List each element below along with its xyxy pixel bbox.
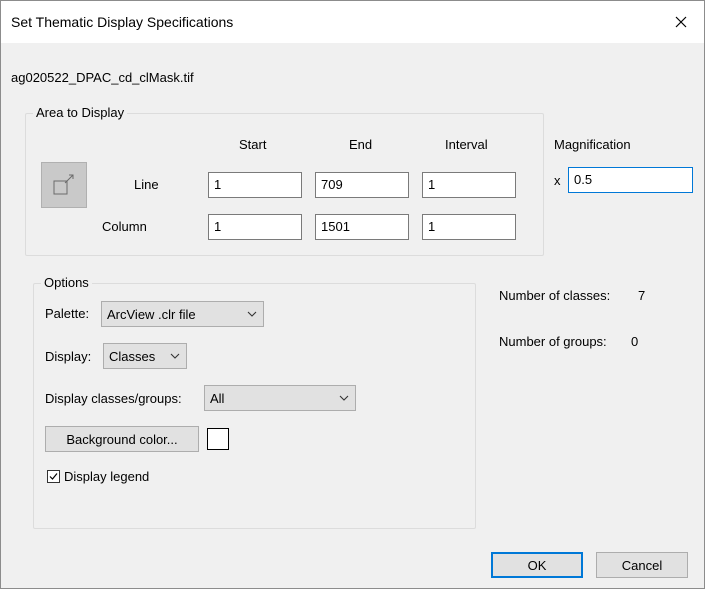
- interval-header: Interval: [445, 137, 488, 152]
- line-start-input[interactable]: 1: [208, 172, 302, 198]
- window-title: Set Thematic Display Specifications: [11, 14, 234, 30]
- number-of-classes-value: 7: [638, 288, 646, 303]
- background-color-button-label: Background color...: [66, 431, 178, 447]
- display-label: Display:: [45, 349, 92, 364]
- display-select[interactable]: Classes: [103, 343, 187, 369]
- column-start-input[interactable]: 1: [208, 214, 302, 240]
- chevron-down-icon: [170, 353, 180, 359]
- area-to-display-legend: Area to Display: [33, 105, 128, 120]
- close-icon: [675, 16, 687, 28]
- column-end-input[interactable]: 1501: [315, 214, 409, 240]
- title-bar: Set Thematic Display Specifications: [1, 1, 704, 43]
- classes-groups-value: All: [210, 390, 225, 406]
- background-color-button[interactable]: Background color...: [45, 426, 199, 452]
- dialog-window: Set Thematic Display Specifications ag02…: [0, 0, 705, 589]
- classes-groups-select[interactable]: All: [204, 385, 356, 411]
- ok-button-label: OK: [527, 557, 547, 573]
- magnification-input[interactable]: 0.5: [568, 167, 693, 193]
- ok-button[interactable]: OK: [491, 552, 583, 578]
- expand-area-icon: [53, 174, 74, 195]
- line-label: Line: [134, 177, 159, 192]
- classes-groups-label: Display classes/groups:: [45, 391, 182, 406]
- end-header: End: [349, 137, 373, 152]
- number-of-groups-value: 0: [631, 334, 639, 349]
- palette-label: Palette:: [45, 306, 90, 321]
- chevron-down-icon: [247, 311, 257, 317]
- file-name: ag020522_DPAC_cd_clMask.tif: [11, 70, 194, 85]
- area-select-button[interactable]: [41, 162, 87, 208]
- column-interval-input[interactable]: 1: [422, 214, 516, 240]
- options-legend: Options: [41, 275, 92, 290]
- palette-select[interactable]: ArcView .clr file: [101, 301, 264, 327]
- line-end-input[interactable]: 709: [315, 172, 409, 198]
- magnification-prefix: x: [554, 173, 561, 188]
- display-value: Classes: [109, 348, 156, 364]
- number-of-classes-label: Number of classes:: [499, 288, 611, 303]
- close-button[interactable]: [658, 1, 704, 43]
- cancel-button[interactable]: Cancel: [596, 552, 688, 578]
- checkmark-icon: [49, 473, 58, 480]
- magnification-label: Magnification: [554, 137, 631, 152]
- column-label: Column: [102, 219, 147, 234]
- number-of-groups-label: Number of groups:: [499, 334, 607, 349]
- display-legend-label: Display legend: [64, 469, 150, 484]
- background-color-swatch[interactable]: [207, 428, 229, 450]
- line-interval-input[interactable]: 1: [422, 172, 516, 198]
- palette-value: ArcView .clr file: [107, 306, 196, 322]
- cancel-button-label: Cancel: [621, 557, 663, 573]
- display-legend-checkbox[interactable]: [47, 470, 60, 483]
- chevron-down-icon: [339, 395, 349, 401]
- start-header: Start: [239, 137, 267, 152]
